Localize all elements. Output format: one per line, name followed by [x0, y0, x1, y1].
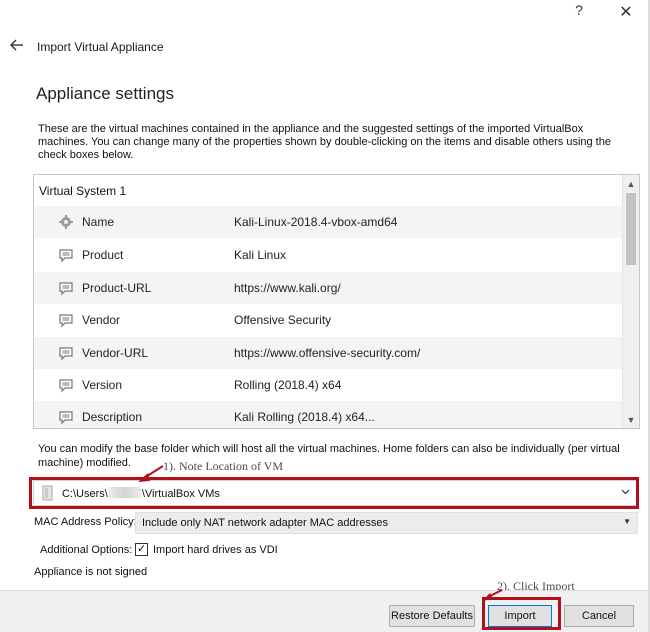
scroll-thumb[interactable]: [626, 193, 636, 265]
speech-bubble-icon: [58, 312, 74, 328]
property-row-name[interactable]: Name Kali-Linux-2018.4-vbox-amd64: [34, 206, 622, 238]
property-row-version[interactable]: Version Rolling (2018.4) x64: [34, 369, 622, 401]
import-vdi-checkbox[interactable]: ✓: [135, 543, 148, 556]
base-folder-select[interactable]: C:\Users\ \VirtualBox VMs: [33, 480, 637, 506]
help-button[interactable]: ?: [570, 2, 588, 22]
properties-scrollbar[interactable]: ▲ ▼: [622, 175, 639, 428]
speech-bubble-icon: [58, 280, 74, 296]
button-bar: Restore Defaults Import Cancel: [0, 590, 650, 632]
speech-bubble-icon: [58, 247, 74, 263]
window-titlebar: ? ✕: [0, 0, 650, 28]
mac-policy-label: MAC Address Policy:: [34, 516, 137, 528]
base-folder-note: You can modify the base folder which wil…: [38, 443, 620, 469]
signature-status: Appliance is not signed: [34, 566, 148, 578]
property-value[interactable]: Offensive Security: [234, 313, 331, 327]
intro-text: These are the virtual machines contained…: [38, 123, 611, 161]
property-key: Name: [82, 215, 115, 229]
additional-options-label: Additional Options:: [40, 544, 133, 556]
cancel-button[interactable]: Cancel: [564, 605, 634, 627]
wizard-header: Import Virtual Appliance: [0, 32, 650, 62]
property-row-description[interactable]: Description Kali Rolling (2018.4) x64...: [34, 401, 622, 428]
property-key: Version: [82, 378, 123, 392]
chevron-down-icon[interactable]: [621, 487, 630, 498]
property-value[interactable]: Kali Rolling (2018.4) x64...: [234, 410, 375, 424]
appliance-properties-list[interactable]: Virtual System 1 Name Kali-Linux-2018.4-…: [33, 174, 640, 429]
property-value[interactable]: https://www.offensive-security.com/: [234, 346, 420, 360]
speech-bubble-icon: [58, 409, 74, 425]
scroll-up-icon[interactable]: ▲: [626, 179, 636, 189]
property-value[interactable]: Rolling (2018.4) x64: [234, 378, 341, 392]
scroll-down-icon[interactable]: ▼: [626, 415, 636, 425]
import-vdi-label[interactable]: Import hard drives as VDI: [153, 544, 278, 556]
restore-defaults-button[interactable]: Restore Defaults: [389, 605, 475, 627]
property-key: Product: [82, 248, 124, 262]
close-button[interactable]: ✕: [616, 2, 636, 22]
mac-policy-value: Include only NAT network adapter MAC add…: [142, 517, 388, 529]
property-key: Vendor-URL: [82, 346, 149, 360]
page-title: Appliance settings: [36, 84, 174, 103]
property-key: Description: [82, 410, 143, 424]
back-arrow-icon[interactable]: [8, 36, 26, 54]
property-key: Product-URL: [82, 281, 152, 295]
property-value[interactable]: https://www.kali.org/: [234, 281, 341, 295]
property-key: Vendor: [82, 313, 121, 327]
import-button[interactable]: Import: [488, 605, 552, 627]
mac-policy-select[interactable]: Include only NAT network adapter MAC add…: [135, 512, 638, 534]
virtual-system-header[interactable]: Virtual System 1: [39, 184, 126, 198]
property-value[interactable]: Kali-Linux-2018.4-vbox-amd64: [234, 215, 397, 229]
annotation-note-location: 1). Note Location of VM: [163, 459, 284, 473]
property-row-product-url[interactable]: Product-URL https://www.kali.org/: [34, 272, 622, 304]
property-value[interactable]: Kali Linux: [234, 248, 286, 262]
annotation-arrow-2: [482, 589, 503, 601]
property-row-product[interactable]: Product Kali Linux: [34, 239, 622, 271]
property-row-vendor[interactable]: Vendor Offensive Security: [34, 304, 622, 336]
gear-icon: [58, 214, 74, 230]
speech-bubble-icon: [58, 377, 74, 393]
chevron-down-icon[interactable]: ▼: [623, 517, 631, 526]
checkmark-icon: ✓: [137, 543, 147, 555]
speech-bubble-icon: [58, 345, 74, 361]
folder-icon: [41, 485, 55, 501]
property-row-vendor-url[interactable]: Vendor-URL https://www.offensive-securit…: [34, 337, 622, 369]
dialog-title: Import Virtual Appliance: [37, 40, 164, 54]
